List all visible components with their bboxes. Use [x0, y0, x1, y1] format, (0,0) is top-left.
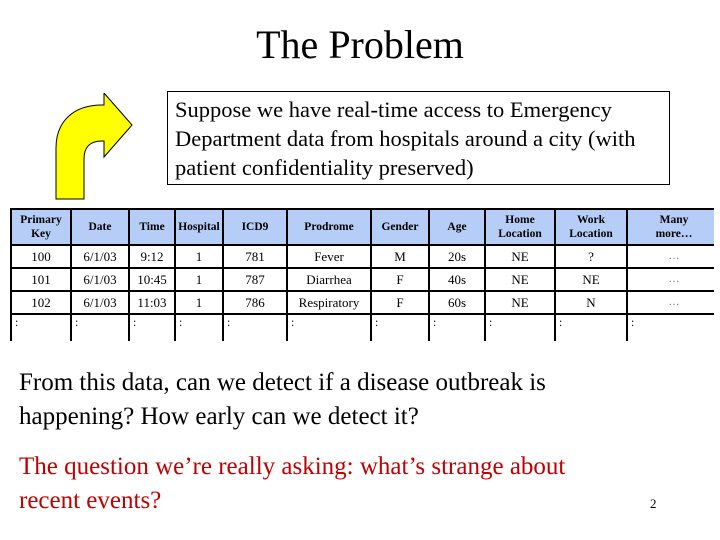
table-cell: 10:45 [128, 267, 176, 292]
body-paragraph: From this data, can we detect if a disea… [19, 366, 709, 434]
column-header: Time [128, 208, 176, 246]
column-header: Home Location [484, 208, 556, 246]
table-cell: NE [484, 267, 556, 292]
question-line: recent events? [19, 487, 162, 514]
table-row: 102 6/1/03 11:03 1 786 Respiratory F 60s NE N… [10, 290, 714, 315]
table-cell: 6/1/03 [70, 290, 130, 315]
body-line: happening? How early can we detect it? [19, 403, 419, 430]
column-header: Prodrome [286, 208, 372, 246]
column-header-label: Hospital [178, 221, 220, 233]
column-header: Age [428, 208, 486, 246]
table-cell: 1 [174, 290, 224, 315]
table-cell: 781 [222, 244, 288, 269]
table-cell: 102 [10, 290, 72, 315]
column-header: Hospital [174, 208, 224, 246]
curved-arrow-icon [55, 93, 133, 200]
page-number: 2 [650, 496, 657, 511]
column-header-label: Prodrome [304, 221, 354, 233]
table-cell: F [370, 267, 430, 292]
table-cell: NE [554, 267, 628, 292]
table-cell: 786 [222, 290, 288, 315]
table-cell: 9:12 [128, 244, 176, 269]
table-cell: 6/1/03 [70, 267, 130, 292]
table-row: 101 6/1/03 10:45 1 787 Diarrhea F 40s NE NE… [10, 267, 714, 292]
continuation-mark: : [222, 313, 288, 341]
question-line: The question we’re really asking: what’s… [19, 453, 566, 480]
slide-title: The Problem [256, 22, 464, 67]
table-cell: 787 [222, 267, 288, 292]
context-callout-box: Suppose we have real-time access to Emer… [167, 91, 670, 185]
table-cell: 11:03 [128, 290, 176, 315]
callout-line: patient confidentiality preserved) [175, 155, 474, 180]
column-header-label: Time [139, 221, 165, 233]
column-header-label: Gender [381, 221, 419, 233]
table-cell: 6/1/03 [70, 244, 130, 269]
table-cell: … [626, 244, 714, 269]
column-header-label: more… [655, 228, 693, 240]
column-header: Date [70, 208, 130, 246]
continuation-mark: : [554, 313, 628, 341]
continuation-mark: : [286, 313, 372, 341]
continuation-mark: : [128, 313, 176, 341]
continuation-mark: : [174, 313, 224, 341]
column-header: Work Location [554, 208, 628, 246]
ed-data-table-container: Primary Key Date Time Hospital ICD9 Prodrome Ge… [10, 208, 714, 344]
column-header-label: Age [447, 221, 467, 233]
table-row: 100 6/1/03 9:12 1 781 Fever M 20s NE?… [10, 244, 714, 269]
column-header: Gender [370, 208, 430, 246]
ed-data-table: Primary Key Date Time Hospital ICD9 Prodrome Ge… [10, 208, 714, 341]
column-header-label: ICD9 [241, 221, 269, 233]
table-cell: 60s [428, 290, 486, 315]
table-cell: 1 [174, 267, 224, 292]
column-header-label: Key [31, 228, 51, 240]
continuation-mark: : [10, 313, 72, 341]
table-header-row: Primary Key Date Time Hospital ICD9 Prodrome Ge… [10, 208, 714, 246]
column-header-label: Location [498, 228, 542, 240]
continuation-mark: : [484, 313, 556, 341]
table-cell: N [554, 290, 628, 315]
column-header: ICD9 [222, 208, 288, 246]
column-header: Primary Key [10, 208, 72, 246]
table-cell: 20s [428, 244, 486, 269]
table-cell: NE [484, 244, 556, 269]
callout-line: Suppose we have real-time access to Emer… [175, 97, 612, 122]
table-cell: … [626, 290, 714, 315]
table-cell: 100 [10, 244, 72, 269]
column-header-label: Work [576, 214, 606, 226]
column-header-label: Location [569, 228, 613, 240]
table-cell: F [370, 290, 430, 315]
continuation-mark: : [428, 313, 486, 341]
table-cell: … [626, 267, 714, 292]
table-cell: ? [554, 244, 628, 269]
table-continuation-row: ::::::::::: [10, 313, 714, 341]
continuation-mark: : [370, 313, 430, 341]
callout-line: Department data from hospitals around a … [175, 126, 636, 151]
column-header-label: Home [505, 214, 535, 226]
table-cell: M [370, 244, 430, 269]
table-cell: 101 [10, 267, 72, 292]
column-header: Many more… [626, 208, 714, 246]
table-cell: NE [484, 290, 556, 315]
column-header-label: Date [88, 221, 112, 233]
column-header-label: Many [659, 214, 689, 226]
table-cell: 40s [428, 267, 486, 292]
continuation-mark: : [70, 313, 130, 341]
table-cell: 1 [174, 244, 224, 269]
key-question: The question we’re really asking: what’s… [19, 450, 659, 518]
body-line: From this data, can we detect if a disea… [19, 369, 546, 396]
column-header-label: Primary [20, 214, 62, 226]
table-cell: Respiratory [286, 290, 372, 315]
table-cell: Diarrhea [286, 267, 372, 292]
continuation-mark: : [626, 313, 714, 341]
table-cell: Fever [286, 244, 372, 269]
